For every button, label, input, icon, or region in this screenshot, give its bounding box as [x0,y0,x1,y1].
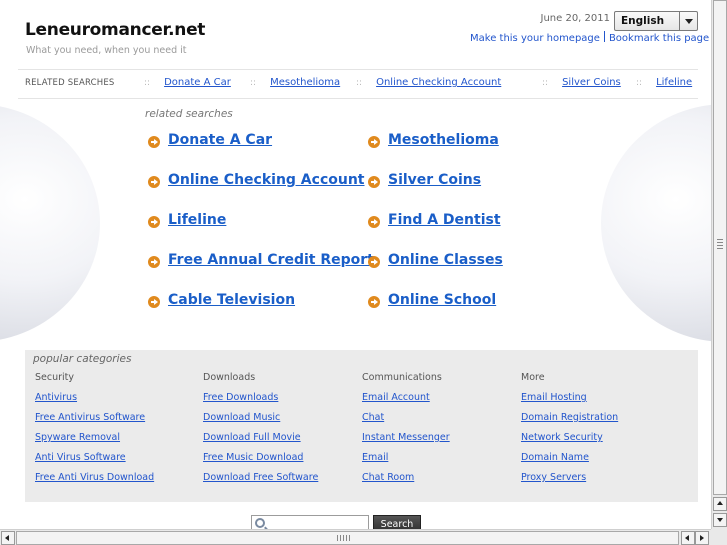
category-link[interactable]: Anti Virus Software [35,451,154,471]
arrow-right-icon [148,296,160,308]
arrow-left-icon [5,535,9,541]
scroll-left-button[interactable] [1,531,15,545]
arrow-right-icon [368,296,380,308]
related-search-link[interactable]: Lifeline [168,212,226,228]
category-link[interactable]: Instant Messenger [362,431,450,451]
dropdown-arrow[interactable] [679,12,697,30]
search-box [251,515,369,529]
category-heading: Communications [362,372,442,383]
arrow-left-icon [685,535,689,541]
category-link[interactable]: Download Free Software [203,471,318,491]
related-bar-link[interactable]: Lifeline [656,77,692,88]
homepage-link[interactable]: Make this your homepage [470,33,600,44]
arrow-up-icon [717,501,723,505]
horizontal-scroll-thumb[interactable] [16,531,679,545]
category-link[interactable]: Free Downloads [203,391,318,411]
related-bar-item: :: Lifeline [636,77,693,88]
related-search-link[interactable]: Silver Coins [388,172,481,188]
related-bar-item: :: Mesothelioma [250,77,341,88]
search-button[interactable]: Search [373,515,421,529]
category-link[interactable]: Email Hosting [521,391,618,411]
related-search-link[interactable]: Find A Dentist [388,212,501,228]
grip-icon [337,535,351,541]
related-bar-link[interactable]: Donate A Car [164,77,231,88]
category-heading: Security [35,372,75,383]
category-link[interactable]: Download Music [203,411,318,431]
category-link[interactable]: Spyware Removal [35,431,154,451]
arrow-right-icon [368,256,380,268]
arrow-right-icon [148,216,160,228]
category-column-downloads: Downloads Free Downloads Download Music … [203,371,318,491]
arrow-right-icon [368,136,380,148]
category-heading: More [521,372,545,383]
link-divider [603,31,605,42]
top-links: Make this your homepage Bookmark this pag… [470,31,709,44]
category-link[interactable]: Network Security [521,431,618,451]
category-link[interactable]: Chat [362,411,450,431]
vertical-scrollbar[interactable] [711,0,727,529]
popular-categories-panel: popular categories Security Antivirus Fr… [25,350,698,502]
horizontal-scrollbar[interactable] [0,529,711,545]
related-search-link[interactable]: Mesothelioma [388,132,499,148]
category-column-security: Security Antivirus Free Antivirus Softwa… [35,371,154,491]
arrow-right-icon [148,256,160,268]
chevron-down-icon [684,18,693,24]
arrow-right-icon [148,136,160,148]
related-bar-link[interactable]: Silver Coins [562,77,621,88]
related-search-link[interactable]: Online School [388,292,496,308]
related-bar-item: :: Silver Coins [542,77,621,88]
related-search-link[interactable]: Free Annual Credit Report [168,252,374,268]
site-tagline: What you need, when you need it [26,45,187,56]
arrow-right-icon [700,535,704,541]
related-bar-link[interactable]: Online Checking Account [376,77,501,88]
arrow-right-icon [148,176,160,188]
grip-icon [717,239,723,249]
related-searches-heading: related searches [145,108,233,120]
related-search-link[interactable]: Donate A Car [168,132,272,148]
scroll-left-button-secondary[interactable] [681,531,695,545]
category-link[interactable]: Free Music Download [203,451,318,471]
arrow-down-icon [717,518,723,522]
related-searches-bar: RELATED SEARCHES :: Donate A Car :: Mesoth… [18,69,698,99]
category-link[interactable]: Download Full Movie [203,431,318,451]
scroll-up-button[interactable] [713,497,727,511]
category-link[interactable]: Email Account [362,391,450,411]
related-bar-link[interactable]: Mesothelioma [270,77,340,88]
related-search-link[interactable]: Cable Television [168,292,295,308]
language-select[interactable]: English [614,11,698,31]
category-link[interactable]: Email [362,451,450,471]
decorative-orb-left [0,104,100,342]
category-column-more: More Email Hosting Domain Registration N… [521,371,618,491]
date-label: June 20, 2011 [540,13,611,24]
category-column-communications: Communications Email Account Chat Instan… [362,371,450,491]
site-title[interactable]: Leneuromancer.net [25,20,205,40]
category-link[interactable]: Chat Room [362,471,450,491]
related-bar-item: :: Donate A Car [144,77,231,88]
related-search-link[interactable]: Online Classes [388,252,503,268]
bookmark-link[interactable]: Bookmark this page [609,33,709,44]
search-icon [255,518,265,528]
category-link[interactable]: Proxy Servers [521,471,618,491]
category-link[interactable]: Free Antivirus Software [35,411,154,431]
scroll-down-button[interactable] [713,513,727,527]
arrow-right-icon [368,176,380,188]
scrollbar-corner [711,529,727,545]
page-viewport: Leneuromancer.net What you need, when yo… [0,0,711,529]
arrow-right-icon [368,216,380,228]
category-link[interactable]: Antivirus [35,391,154,411]
related-bar-label: RELATED SEARCHES [25,78,115,88]
search-input[interactable] [270,517,366,529]
language-selected: English [621,15,665,27]
category-link[interactable]: Domain Name [521,451,618,471]
vertical-scroll-thumb[interactable] [713,0,727,495]
decorative-orb-right [601,104,711,342]
related-bar-item: :: Online Checking Account [356,77,502,88]
category-link[interactable]: Free Anti Virus Download [35,471,154,491]
category-heading: Downloads [203,372,256,383]
popular-categories-title: popular categories [33,353,132,365]
category-link[interactable]: Domain Registration [521,411,618,431]
related-search-link[interactable]: Online Checking Account [168,172,365,188]
scroll-right-button[interactable] [695,531,709,545]
